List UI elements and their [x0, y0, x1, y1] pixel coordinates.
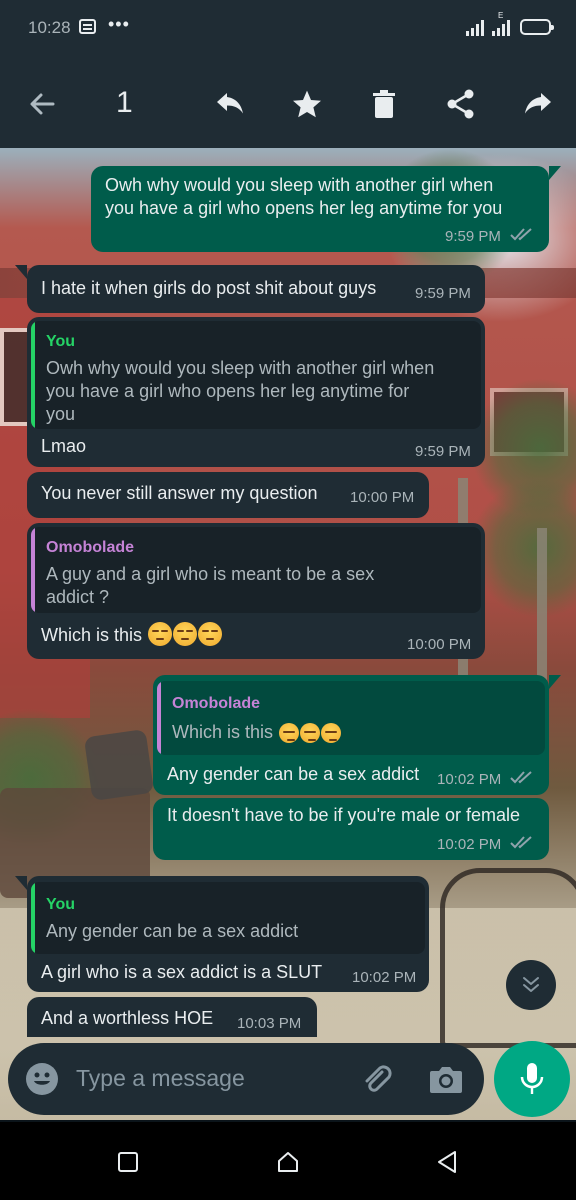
message-text: And a worthless HOE [41, 1008, 214, 1028]
quoted-message[interactable]: Omobolade A guy and a girl who is meant … [31, 527, 481, 613]
attach-icon[interactable] [360, 1063, 394, 1097]
quote-bar [31, 527, 35, 613]
message-bubble-outgoing[interactable]: Owh why would you sleep with another gir… [91, 166, 549, 252]
quoted-message[interactable]: You Owh why would you sleep with another… [31, 321, 481, 429]
camera-icon[interactable] [428, 1063, 464, 1095]
emoji-icon[interactable] [25, 1062, 59, 1096]
message-input-bar[interactable]: Type a message [8, 1043, 484, 1115]
message-text: It doesn't have to be if you're male or … [167, 805, 521, 825]
message-time: 10:02 PM [352, 969, 417, 986]
bubble-tail [549, 675, 561, 689]
mic-button[interactable] [494, 1041, 570, 1117]
message-text: A girl who is a sex addict is a SLUT [41, 962, 323, 982]
quote-text-line: Owh why would you sleep with another gir… [46, 358, 435, 378]
scroll-down-icon [523, 977, 539, 992]
message-bubble-incoming[interactable]: You Owh why would you sleep with another… [27, 317, 485, 467]
read-ticks-icon [510, 228, 532, 241]
home-icon[interactable] [276, 1150, 300, 1174]
quote-author: You [46, 896, 76, 913]
quoted-message[interactable]: You Any gender can be a sex addict [31, 882, 425, 954]
delete-icon[interactable] [364, 84, 404, 124]
message-text: Which is this [41, 625, 143, 645]
quoted-message[interactable]: Omobolade Which is this [157, 681, 545, 755]
message-notification-icon [79, 19, 96, 34]
message-time: 9:59 PM [415, 285, 471, 302]
share-icon[interactable] [441, 84, 481, 124]
message-time: 10:03 PM [237, 1015, 302, 1032]
unamused-emoji-icon [198, 622, 223, 646]
reply-icon[interactable] [210, 84, 250, 124]
quote-text-line: A guy and a girl who is meant to be a se… [46, 564, 375, 584]
message-time: 9:59 PM [415, 443, 471, 460]
quote-text-line: addict ? [46, 587, 110, 607]
unamused-emoji-icon [279, 723, 300, 743]
quote-author: Omobolade [172, 695, 261, 712]
message-bubble-outgoing[interactable]: Omobolade Which is this Any gender can b… [153, 675, 549, 795]
signal-icon-2: E [492, 11, 514, 36]
message-text-with-emoji: Which is this [41, 622, 223, 647]
bubble-tail [15, 265, 27, 279]
recents-icon[interactable] [117, 1151, 139, 1173]
quote-text: Any gender can be a sex addict [46, 921, 299, 941]
wallpaper-palm [470, 478, 576, 618]
back-arrow-icon[interactable] [22, 84, 62, 124]
system-nav-bar [0, 1122, 576, 1200]
status-bar: 10:28 ••• E [0, 0, 576, 58]
unamused-emoji-icon [321, 723, 342, 743]
bubble-tail [15, 876, 27, 890]
quote-text-line: you [46, 404, 76, 424]
quote-author: Omobolade [46, 539, 135, 556]
message-text-line: Owh why would you sleep with another gir… [105, 175, 494, 195]
message-text: Any gender can be a sex addict [167, 764, 420, 784]
wallpaper-chair [440, 868, 576, 1048]
quote-text: Which is this [172, 722, 274, 742]
message-input[interactable]: Type a message [76, 1065, 245, 1092]
quote-text-with-emoji: Which is this [172, 721, 342, 744]
message-text-line: you have a girl who opens her leg anytim… [105, 198, 503, 218]
message-time: 10:02 PM [437, 771, 502, 788]
quote-author: You [46, 333, 76, 350]
selection-toolbar: 1 [0, 58, 576, 148]
quote-bar [31, 321, 35, 429]
bubble-tail [549, 166, 561, 180]
scroll-down-button[interactable] [506, 960, 556, 1010]
quote-bar [157, 681, 161, 755]
message-bubble-incoming[interactable]: You never still answer my question 10:00… [27, 472, 429, 518]
message-bubble-incoming[interactable]: Omobolade A guy and a girl who is meant … [27, 523, 485, 659]
message-time: 10:00 PM [407, 636, 472, 653]
network-type-label: E [498, 11, 504, 20]
forward-icon[interactable] [518, 84, 558, 124]
unamused-emoji-icon [300, 723, 321, 743]
star-icon[interactable] [287, 84, 327, 124]
message-text: You never still answer my question [41, 483, 318, 503]
signal-icon-1 [466, 18, 488, 36]
message-text: I hate it when girls do post shit about … [41, 278, 377, 298]
mic-icon [520, 1063, 544, 1094]
unamused-emoji-icon [148, 622, 173, 646]
message-time: 10:00 PM [350, 489, 415, 506]
back-nav-icon[interactable] [436, 1150, 458, 1174]
quote-bar [31, 882, 35, 954]
message-bubble-incoming[interactable]: You Any gender can be a sex addict A gir… [27, 876, 429, 992]
message-bubble-outgoing[interactable]: It doesn't have to be if you're male or … [153, 798, 549, 860]
unamused-emoji-icon [173, 622, 198, 646]
quote-text-line: you have a girl who opens her leg anytim… [46, 381, 410, 401]
battery-icon [520, 19, 554, 35]
wallpaper-pillow [83, 728, 155, 802]
message-bubble-incoming[interactable]: I hate it when girls do post shit about … [27, 265, 485, 313]
selected-count: 1 [116, 86, 133, 119]
message-time: 9:59 PM [445, 228, 501, 245]
read-ticks-icon [510, 836, 532, 849]
status-time: 10:28 [28, 18, 71, 37]
message-bubble-incoming[interactable]: And a worthless HOE 10:03 PM [27, 997, 317, 1037]
read-ticks-icon [510, 771, 532, 784]
message-text: Lmao [41, 436, 87, 456]
message-time: 10:02 PM [437, 836, 502, 853]
more-notifications-icon: ••• [108, 14, 130, 34]
